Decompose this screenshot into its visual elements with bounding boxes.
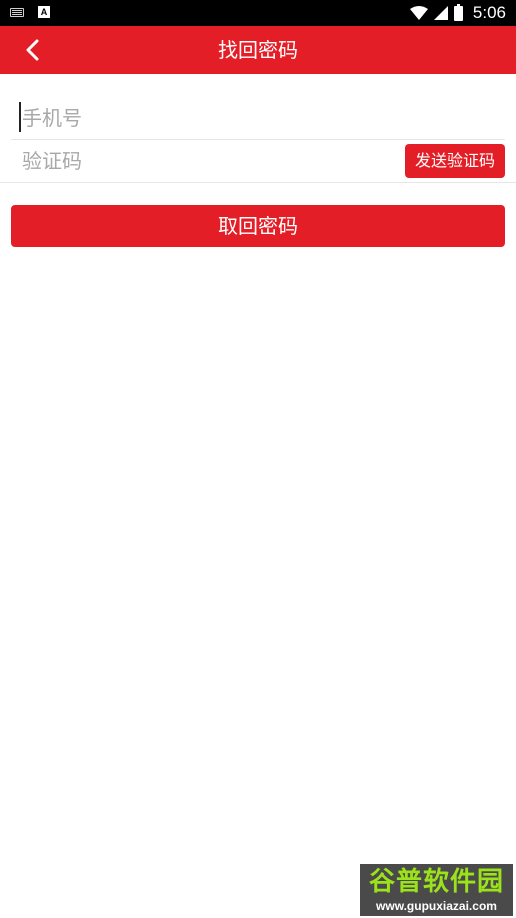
send-code-button[interactable]: 发送验证码 bbox=[405, 144, 505, 178]
verification-code-input[interactable] bbox=[22, 140, 392, 182]
battery-icon bbox=[453, 3, 463, 21]
code-row: 发送验证码 bbox=[0, 140, 516, 183]
wifi-icon bbox=[409, 6, 428, 20]
page-title: 找回密码 bbox=[218, 38, 298, 62]
text-cursor bbox=[19, 102, 21, 132]
status-right-icons: 5:06 bbox=[409, 0, 506, 26]
watermark-logo: 谷普软件园 www.gupuxiazai.com bbox=[360, 864, 513, 916]
status-time: 5:06 bbox=[472, 3, 506, 22]
phone-row bbox=[11, 97, 505, 140]
keyboard-icon bbox=[10, 7, 24, 17]
status-bar: A 5:06 bbox=[0, 0, 516, 26]
chevron-left-icon bbox=[26, 39, 39, 61]
retrieve-password-button[interactable]: 取回密码 bbox=[11, 205, 505, 247]
app-bar: 找回密码 bbox=[0, 26, 516, 74]
a-icon: A bbox=[38, 6, 50, 18]
signal-icon bbox=[433, 6, 448, 20]
back-button[interactable] bbox=[14, 32, 50, 68]
watermark-name: 谷普软件园 bbox=[368, 867, 504, 897]
status-left-icons: A bbox=[10, 6, 50, 18]
phone-input[interactable] bbox=[22, 97, 492, 139]
watermark-url: www.gupuxiazai.com bbox=[376, 899, 497, 913]
